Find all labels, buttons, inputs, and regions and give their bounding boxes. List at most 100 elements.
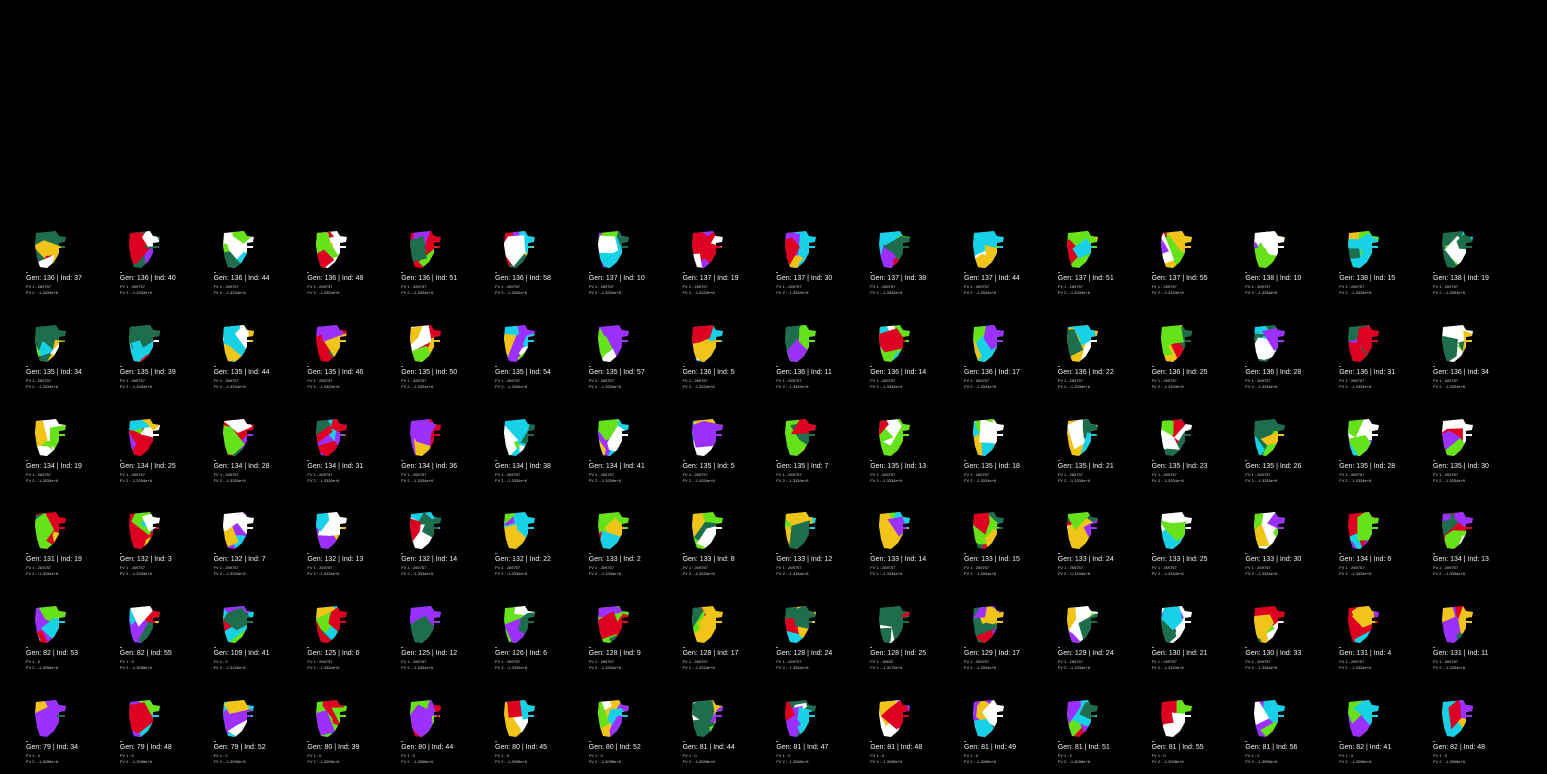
individual-thumbnail[interactable] <box>1345 606 1381 644</box>
individual-thumbnail[interactable] <box>876 700 912 738</box>
individual-thumbnail[interactable] <box>407 418 443 457</box>
individual-card[interactable]: Gen: 133 | Ind: 14 FV 1 : 269757 FV 2 : -1… <box>870 509 960 579</box>
individual-card[interactable]: Gen: 134 | Ind: 19 FV 1 : 269757 FV 2 : -1… <box>26 416 116 486</box>
individual-thumbnail[interactable] <box>1439 512 1475 550</box>
individual-card[interactable]: Gen: 81 | Ind: 48 FV 1 : 0 FV 2 : -1.3098e… <box>870 697 960 767</box>
individual-card[interactable]: Gen: 134 | Ind: 31 FV 1 : 269757 FV 2 : -1… <box>307 416 397 486</box>
individual-thumbnail[interactable] <box>595 700 631 738</box>
individual-card[interactable]: Gen: 135 | Ind: 57 FV 1 : 269757 FV 2 : -1… <box>588 322 679 392</box>
individual-thumbnail[interactable] <box>970 324 1006 363</box>
individual-card[interactable]: Gen: 81 | Ind: 47 FV 1 : 0 FV 2 : -1.3098e… <box>776 697 866 767</box>
individual-thumbnail[interactable] <box>595 231 631 269</box>
individual-thumbnail[interactable] <box>595 324 631 363</box>
individual-card[interactable]: Gen: 128 | Ind: 25 FV 1 : 16832 FV 2 : -1.… <box>870 603 960 673</box>
individual-thumbnail[interactable] <box>1064 700 1100 738</box>
individual-card[interactable]: Gen: 136 | Ind: 11 FV 1 : 269757 FV 2 : -1… <box>776 322 866 392</box>
individual-card[interactable]: Gen: 133 | Ind: 30 FV 1 : 269757 FV 2 : -1… <box>1245 509 1335 579</box>
individual-card[interactable]: Gen: 135 | Ind: 21 FV 1 : 269757 FV 2 : -1… <box>1057 416 1148 486</box>
individual-thumbnail[interactable] <box>32 700 68 738</box>
individual-thumbnail[interactable] <box>1251 324 1287 363</box>
individual-thumbnail[interactable] <box>1064 231 1100 269</box>
individual-card[interactable]: Gen: 79 | Ind: 52 FV 1 : 0 FV 2 : -1.3098e… <box>213 697 304 767</box>
individual-card[interactable]: Gen: 130 | Ind: 21 FV 1 : 269757 FV 2 : -1… <box>1151 603 1242 673</box>
individual-card[interactable]: Gen: 135 | Ind: 13 FV 1 : 269757 FV 2 : -1… <box>870 416 960 486</box>
individual-thumbnail[interactable] <box>689 324 725 363</box>
individual-card[interactable]: Gen: 135 | Ind: 28 FV 1 : 269757 FV 2 : -1… <box>1339 416 1429 486</box>
individual-card[interactable]: Gen: 128 | Ind: 24 FV 1 : 269757 FV 2 : -1… <box>776 603 866 673</box>
individual-thumbnail[interactable] <box>595 606 631 644</box>
individual-card[interactable]: Gen: 109 | Ind: 41 FV 1 : 0 FV 2 : -1.3159… <box>213 603 304 673</box>
individual-thumbnail[interactable] <box>689 512 725 550</box>
individual-thumbnail[interactable] <box>32 418 68 457</box>
individual-card[interactable]: Gen: 80 | Ind: 39 FV 1 : 0 FV 2 : -1.3098e… <box>307 697 397 767</box>
individual-card[interactable]: Gen: 82 | Ind: 48 FV 1 : 0 FV 2 : -1.3098e… <box>1433 697 1523 767</box>
individual-card[interactable]: Gen: 81 | Ind: 44 FV 1 : 0 FV 2 : -1.3098e… <box>682 697 773 767</box>
individual-card[interactable]: Gen: 134 | Ind: 13 FV 1 : 269757 FV 2 : -1… <box>1433 509 1523 579</box>
individual-thumbnail[interactable] <box>1439 231 1475 269</box>
individual-card[interactable]: Gen: 80 | Ind: 44 FV 1 : 0 FV 2 : -1.3098e… <box>401 697 491 767</box>
individual-thumbnail[interactable] <box>876 324 912 363</box>
individual-thumbnail[interactable] <box>32 324 68 363</box>
individual-card[interactable]: Gen: 136 | Ind: 5 FV 1 : 269757 FV 2 : -1.… <box>682 322 773 392</box>
individual-card[interactable]: Gen: 135 | Ind: 39 FV 1 : 269757 FV 2 : -1… <box>119 322 210 392</box>
individual-thumbnail[interactable] <box>313 418 349 457</box>
individual-card[interactable]: Gen: 80 | Ind: 45 FV 1 : 0 FV 2 : -1.3098e… <box>495 697 585 767</box>
individual-card[interactable]: Gen: 136 | Ind: 40 FV 1 : 269757 FV 2 : -1… <box>119 228 210 298</box>
individual-card[interactable]: Gen: 135 | Ind: 18 FV 1 : 269757 FV 2 : -1… <box>964 416 1054 486</box>
individual-thumbnail[interactable] <box>595 512 631 550</box>
individual-card[interactable]: Gen: 136 | Ind: 14 FV 1 : 269757 FV 2 : -1… <box>870 322 960 392</box>
individual-card[interactable]: Gen: 134 | Ind: 41 FV 1 : 269757 FV 2 : -1… <box>588 416 679 486</box>
individual-card[interactable]: Gen: 81 | Ind: 51 FV 1 : 0 FV 2 : -1.3098e… <box>1057 697 1148 767</box>
individual-card[interactable]: Gen: 126 | Ind: 6 FV 1 : 269757 FV 2 : -1.… <box>495 603 585 673</box>
individual-card[interactable]: Gen: 131 | Ind: 11 FV 1 : 269757 FV 2 : -1… <box>1433 603 1523 673</box>
individual-card[interactable]: Gen: 136 | Ind: 37 FV 1 : 269757 FV 2 : -1… <box>26 228 116 298</box>
individual-thumbnail[interactable] <box>1439 700 1475 738</box>
individual-card[interactable]: Gen: 82 | Ind: 53 FV 1 : 0 FV 2 : -1.3098e… <box>26 603 116 673</box>
individual-card[interactable]: Gen: 131 | Ind: 4 FV 1 : 269757 FV 2 : -1.… <box>1339 603 1429 673</box>
individual-thumbnail[interactable] <box>1439 606 1475 644</box>
individual-thumbnail[interactable] <box>407 231 443 269</box>
individual-card[interactable]: Gen: 136 | Ind: 58 FV 1 : 269757 FV 2 : -1… <box>495 228 585 298</box>
individual-thumbnail[interactable] <box>1158 700 1194 738</box>
individual-thumbnail[interactable] <box>782 418 818 457</box>
individual-card[interactable]: Gen: 82 | Ind: 55 FV 1 : 0 FV 2 : -1.3098e… <box>119 603 210 673</box>
individual-card[interactable]: Gen: 132 | Ind: 22 FV 1 : 269757 FV 2 : -1… <box>495 509 585 579</box>
individual-thumbnail[interactable] <box>32 512 68 550</box>
individual-thumbnail[interactable] <box>1251 606 1287 644</box>
individual-thumbnail[interactable] <box>1158 324 1194 363</box>
individual-thumbnail[interactable] <box>220 231 256 269</box>
individual-thumbnail[interactable] <box>313 324 349 363</box>
individual-thumbnail[interactable] <box>407 606 443 644</box>
individual-thumbnail[interactable] <box>970 418 1006 457</box>
individual-thumbnail[interactable] <box>970 512 1006 550</box>
individual-card[interactable]: Gen: 81 | Ind: 56 FV 1 : 0 FV 2 : -1.3098e… <box>1245 697 1335 767</box>
individual-card[interactable]: Gen: 129 | Ind: 17 FV 1 : 269757 FV 2 : -1… <box>964 603 1054 673</box>
individual-card[interactable]: Gen: 125 | Ind: 6 FV 1 : 269757 FV 2 : -1.… <box>307 603 397 673</box>
individual-thumbnail[interactable] <box>689 606 725 644</box>
individual-thumbnail[interactable] <box>1158 512 1194 550</box>
individual-card[interactable]: Gen: 137 | Ind: 19 FV 1 : 269757 FV 2 : -1… <box>682 228 773 298</box>
individual-thumbnail[interactable] <box>126 606 162 644</box>
individual-thumbnail[interactable] <box>1158 606 1194 644</box>
individual-thumbnail[interactable] <box>501 512 537 550</box>
individual-thumbnail[interactable] <box>220 606 256 644</box>
individual-thumbnail[interactable] <box>313 700 349 738</box>
individual-card[interactable]: Gen: 82 | Ind: 41 FV 1 : 0 FV 2 : -1.3098e… <box>1339 697 1429 767</box>
individual-card[interactable]: Gen: 125 | Ind: 12 FV 1 : 269757 FV 2 : -1… <box>401 603 491 673</box>
individual-card[interactable]: Gen: 136 | Ind: 28 FV 1 : 269757 FV 2 : -1… <box>1245 322 1335 392</box>
individual-thumbnail[interactable] <box>782 700 818 738</box>
individual-card[interactable]: Gen: 136 | Ind: 48 FV 1 : 269757 FV 2 : -1… <box>307 228 397 298</box>
individual-card[interactable]: Gen: 134 | Ind: 25 FV 1 : 269757 FV 2 : -1… <box>119 416 210 486</box>
individual-card[interactable]: Gen: 135 | Ind: 34 FV 1 : 269757 FV 2 : -1… <box>26 322 116 392</box>
individual-thumbnail[interactable] <box>782 606 818 644</box>
individual-card[interactable]: Gen: 132 | Ind: 3 FV 1 : 269757 FV 2 : -1.… <box>119 509 210 579</box>
individual-thumbnail[interactable] <box>313 606 349 644</box>
individual-card[interactable]: Gen: 135 | Ind: 5 FV 1 : 269757 FV 2 : -1.… <box>682 416 773 486</box>
individual-card[interactable]: Gen: 136 | Ind: 31 FV 1 : 269757 FV 2 : -1… <box>1339 322 1429 392</box>
individual-thumbnail[interactable] <box>689 231 725 269</box>
individual-card[interactable]: Gen: 128 | Ind: 9 FV 1 : 269757 FV 2 : -1.… <box>588 603 679 673</box>
individual-thumbnail[interactable] <box>689 418 725 457</box>
individual-thumbnail[interactable] <box>1251 418 1287 457</box>
individual-thumbnail[interactable] <box>1439 418 1475 457</box>
individual-card[interactable]: Gen: 134 | Ind: 36 FV 1 : 269757 FV 2 : -1… <box>401 416 491 486</box>
